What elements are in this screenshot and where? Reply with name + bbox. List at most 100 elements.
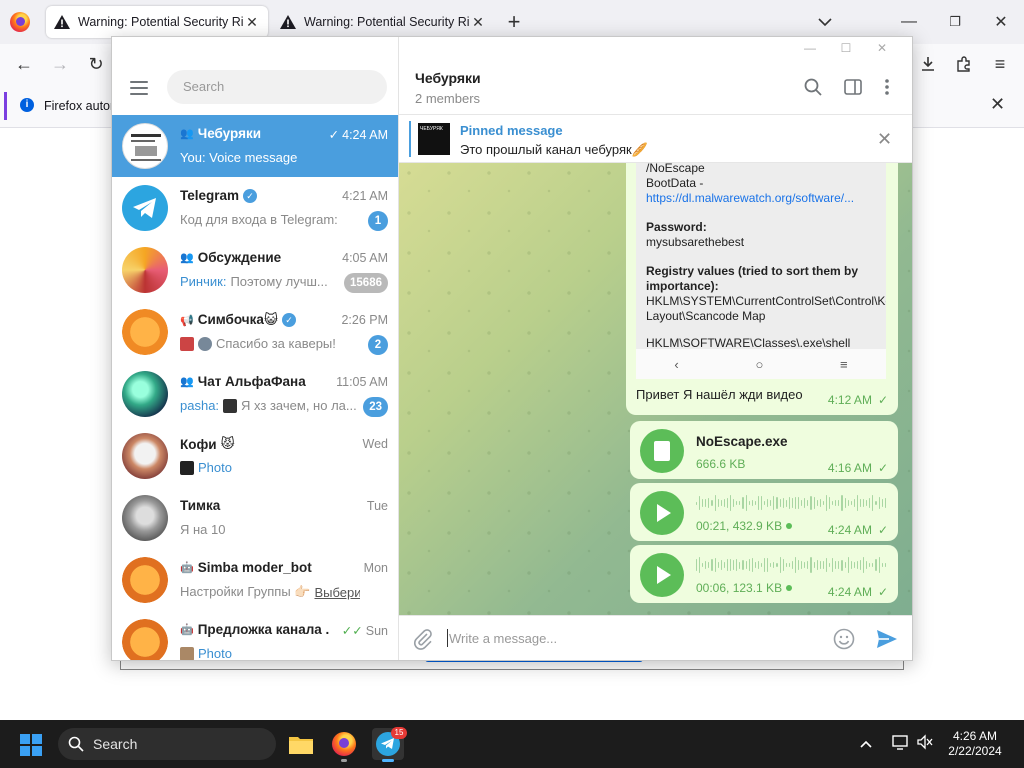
maximize-window-icon[interactable]: ❐ xyxy=(932,0,978,44)
attach-icon[interactable] xyxy=(413,628,433,653)
avatar xyxy=(122,123,168,169)
waveform-bar xyxy=(872,495,874,511)
waveform-bar xyxy=(866,561,868,569)
waveform-bar xyxy=(884,498,886,508)
waveform-bar xyxy=(773,562,775,568)
search-icon[interactable] xyxy=(801,75,825,99)
image-thumb-icon xyxy=(180,460,194,475)
emoji-icon[interactable] xyxy=(833,628,855,653)
network-icon[interactable] xyxy=(892,734,910,753)
group-icon: 👥 xyxy=(180,376,194,388)
image-message[interactable]: /NoEscape BootData - https://dl.malwarew… xyxy=(626,163,898,415)
chat-name: Тимка xyxy=(180,498,221,513)
hamburger-menu-icon[interactable] xyxy=(130,81,148,95)
show-hidden-icons-chevron-icon[interactable] xyxy=(860,735,872,751)
file-message[interactable]: NoEscape.exe 666.6 KB 4:16 AM ✓ xyxy=(630,421,898,479)
chat-preview: Photo xyxy=(180,646,360,660)
app-menu-icon[interactable]: ≡ xyxy=(988,52,1012,76)
waveform-bar xyxy=(742,559,744,571)
waveform-bar xyxy=(807,500,809,506)
chat-item-simbochka[interactable]: 📢 Симбочка😺 ✓ 2:26 PM Спасибо за каверы! 2 xyxy=(112,301,398,363)
reload-icon[interactable]: ↻ xyxy=(84,52,108,76)
unplayed-dot-icon xyxy=(786,585,793,591)
chat-item-discussion[interactable]: 👥 Обсуждение 4:05 AM Ринчик: Поэтому лучш.… xyxy=(112,239,398,301)
minimize-window-icon[interactable]: — xyxy=(795,39,825,57)
close-tab-icon[interactable]: ✕ xyxy=(244,14,260,31)
screenshot-image[interactable]: /NoEscape BootData - https://dl.malwarew… xyxy=(636,163,886,349)
group-icon: 👥 xyxy=(180,252,194,264)
chat-name: 👥 Обсуждение xyxy=(180,250,282,265)
waveform-bar xyxy=(739,561,741,569)
waveform-bar xyxy=(754,561,756,569)
message-area: /NoEscape BootData - https://dl.malwarew… xyxy=(399,163,912,615)
notification-count-badge: 15 xyxy=(391,727,407,739)
chat-item-alphafan[interactable]: 👥 Чат АльфаФана 11:05 AM pasha: Я хз зачем… xyxy=(112,363,398,425)
forward-arrow-icon[interactable]: → xyxy=(48,52,72,76)
voice-message[interactable]: 00:21, 432.9 KB 4:24 AM ✓ xyxy=(630,483,898,541)
system-clock[interactable]: 4:26 AM 2/22/2024 xyxy=(940,729,1010,759)
chat-time: 4:21 AM xyxy=(342,189,388,203)
chat-item-kofi[interactable]: Кофи 😾 Wed Photo xyxy=(112,425,398,487)
chat-item-simba-moder-bot[interactable]: 🤖 Simba moder_bot Mon Настройки Группы 👉🏻… xyxy=(112,549,398,611)
waveform-bar xyxy=(838,499,840,507)
waveform-bar xyxy=(751,558,753,572)
chat-time: ✓ 4:24 AM xyxy=(328,127,388,143)
pinned-text: Это прошлый канал чебуряк🥖 xyxy=(460,142,648,157)
telegram-taskbar-icon[interactable]: 15 xyxy=(372,727,407,762)
close-pinned-icon[interactable]: ✕ xyxy=(877,129,892,150)
firefox-taskbar-icon[interactable] xyxy=(328,728,360,762)
message-time: 4:24 AM ✓ xyxy=(827,585,888,599)
check-icon: ✓ xyxy=(877,393,888,407)
more-options-icon[interactable] xyxy=(875,75,899,99)
file-explorer-icon[interactable] xyxy=(285,728,317,760)
close-tab-icon[interactable]: ✕ xyxy=(470,14,486,31)
back-arrow-icon[interactable]: ← xyxy=(12,52,36,76)
file-icon[interactable] xyxy=(640,429,684,473)
close-window-icon[interactable]: ✕ xyxy=(978,0,1024,44)
firefox-logo-icon[interactable] xyxy=(10,12,30,32)
voice-message[interactable]: 00:06, 123.1 KB 4:24 AM ✓ xyxy=(630,545,898,603)
extensions-icon[interactable] xyxy=(952,52,976,76)
waveform-bar xyxy=(702,563,704,567)
waveform-bar xyxy=(782,559,784,571)
chat-time: 2:26 PM xyxy=(341,313,388,327)
tab-security-warning-2[interactable]: Warning: Potential Security Risk Ahead ✕ xyxy=(272,6,494,38)
send-icon[interactable] xyxy=(875,628,899,653)
sidebar-toggle-icon[interactable] xyxy=(841,75,865,99)
waveform-bar xyxy=(723,561,725,569)
downloads-icon[interactable] xyxy=(916,52,940,76)
waveform-bar xyxy=(847,500,849,506)
chat-item-timka[interactable]: Тимка Tue Я на 10 xyxy=(112,487,398,549)
taskbar-search[interactable]: Search xyxy=(58,728,276,760)
close-window-icon[interactable]: ✕ xyxy=(867,39,897,57)
file-name: NoEscape.exe xyxy=(696,434,788,449)
maximize-window-icon[interactable]: ☐ xyxy=(831,39,861,57)
phone-nav-bar: ‹ ○ ≡ xyxy=(636,349,886,379)
volume-muted-icon[interactable] xyxy=(916,734,934,753)
tab-title: Warning: Potential Security Risk Ahead xyxy=(78,15,244,29)
tab-security-warning-1[interactable]: Warning: Potential Security Risk Ahead ✕ xyxy=(46,6,268,38)
megaphone-icon: 📢 xyxy=(180,314,194,327)
waveform-bar xyxy=(878,557,880,573)
windows-start-icon[interactable] xyxy=(20,734,42,756)
message-input[interactable]: Write a message... xyxy=(449,631,557,646)
pinned-title: Pinned message xyxy=(460,123,563,138)
play-button[interactable] xyxy=(640,491,684,535)
waveform-bar xyxy=(850,560,852,570)
unread-badge: 2 xyxy=(368,335,388,355)
waveform-bar xyxy=(779,499,781,507)
search-input[interactable]: Search xyxy=(167,70,387,104)
waveform-bar xyxy=(788,496,790,510)
waveform-bar xyxy=(726,498,729,508)
chat-item-cheburyaki[interactable]: 👥 Чебуряки ✓ 4:24 AM You: Voice message xyxy=(112,115,398,177)
voice-waveform[interactable] xyxy=(696,493,886,513)
chat-preview: Photo xyxy=(180,460,360,475)
play-button[interactable] xyxy=(640,553,684,597)
chat-item-telegram[interactable]: Telegram ✓ 4:21 AM Код для входа в Telegr… xyxy=(112,177,398,239)
chat-item-predlozhka[interactable]: 🤖 Предложка канала ... ✓✓ Sun Photo xyxy=(112,611,398,660)
pinned-message-bar[interactable]: ЧЕБУРЯК Pinned message Это прошлый канал… xyxy=(399,115,912,163)
voice-waveform[interactable] xyxy=(696,555,886,575)
chat-title[interactable]: Чебуряки xyxy=(415,70,481,86)
chat-time: Tue xyxy=(366,499,388,513)
close-notification-icon[interactable]: ✕ xyxy=(990,94,1005,115)
